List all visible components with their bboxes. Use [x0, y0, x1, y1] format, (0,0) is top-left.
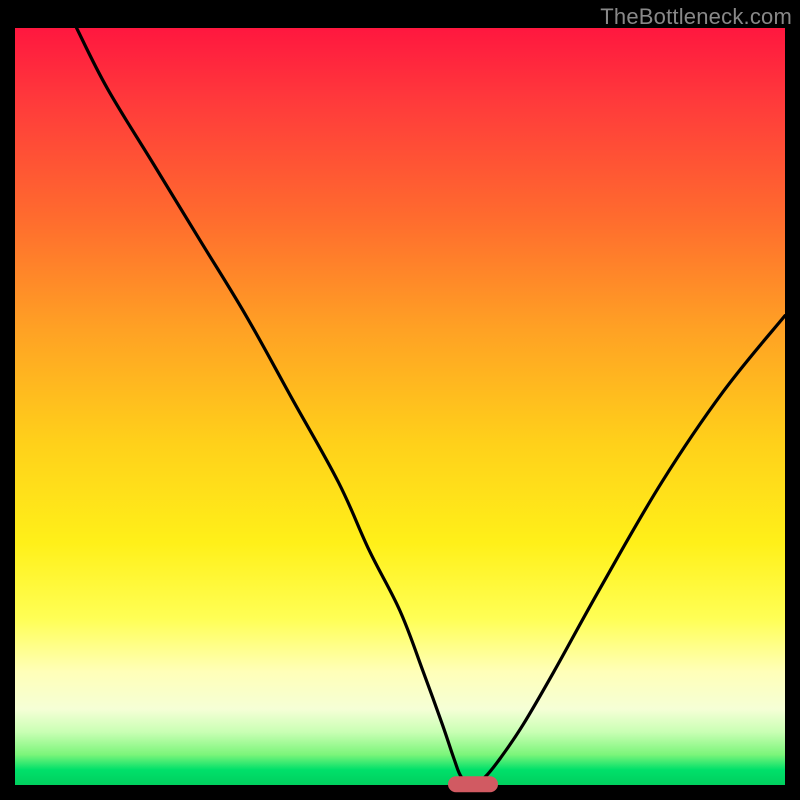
watermark-text: TheBottleneck.com — [600, 4, 792, 30]
plot-area — [15, 28, 785, 785]
optimal-point-marker — [448, 776, 498, 792]
curve-svg — [15, 28, 785, 785]
chart-root: TheBottleneck.com — [0, 0, 800, 800]
bottleneck-curve — [77, 28, 785, 785]
